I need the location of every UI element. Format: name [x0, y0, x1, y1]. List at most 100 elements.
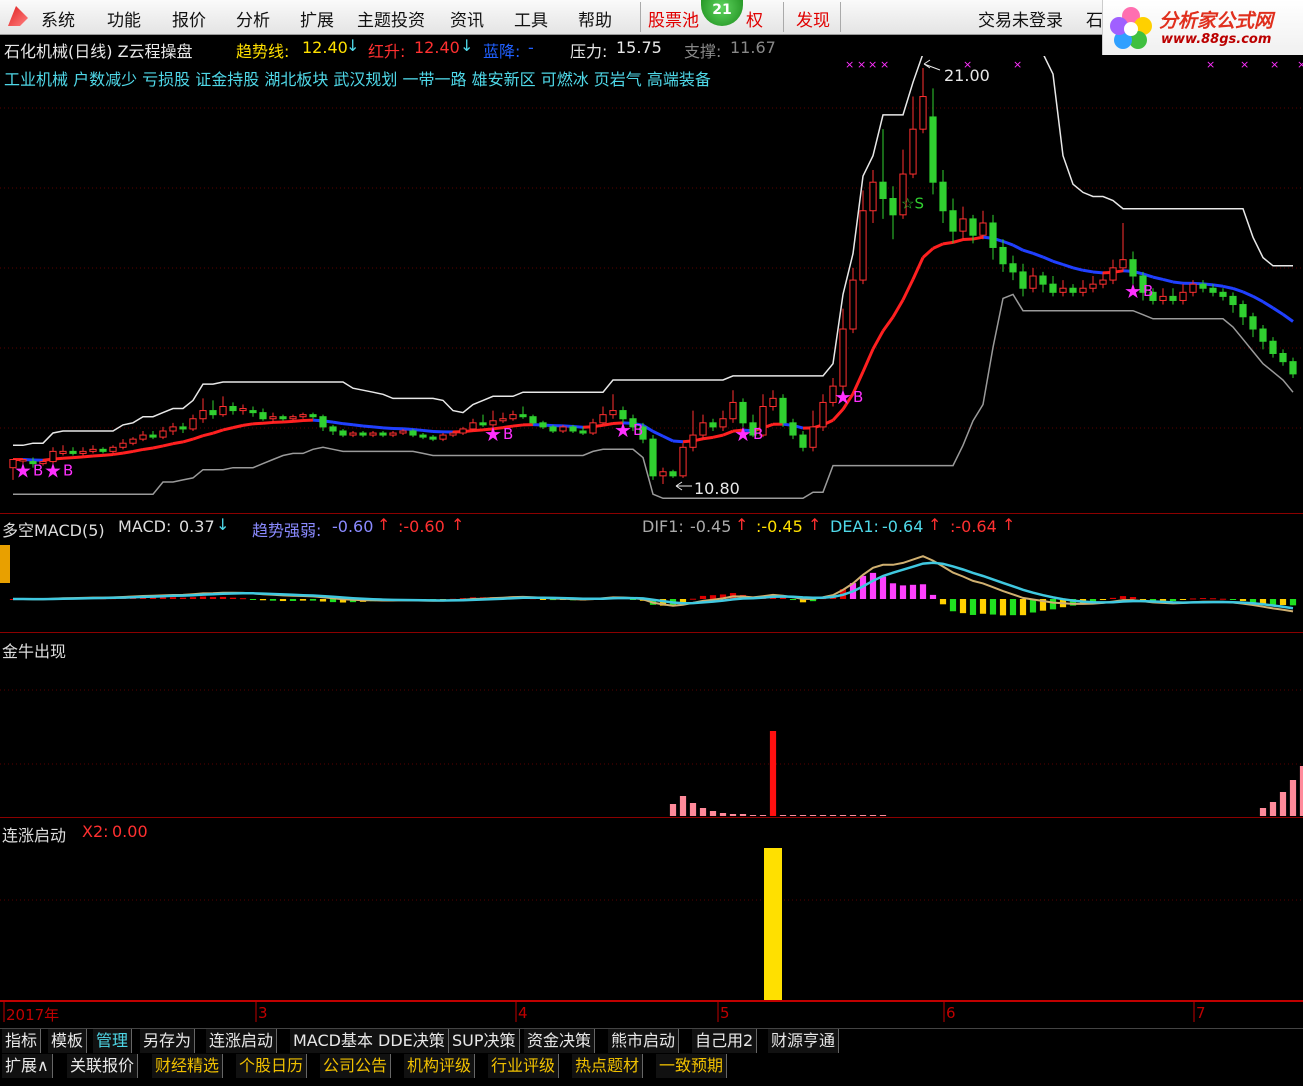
- macd-bar: [899, 585, 907, 599]
- tab-dde[interactable]: DDE决策: [375, 1029, 449, 1053]
- tab-stock-calendar[interactable]: 个股日历: [236, 1054, 308, 1078]
- menu-rights[interactable]: 权: [746, 6, 763, 31]
- bull-bar: [1269, 802, 1277, 816]
- trend-segment: [352, 423, 364, 428]
- trend-segment: [702, 435, 714, 441]
- tab-save-as[interactable]: 另存为: [140, 1029, 196, 1053]
- candle-body: [989, 222, 997, 248]
- candle: [779, 394, 787, 427]
- buy-star-icon: ★: [1124, 279, 1142, 303]
- candle-body: [549, 426, 557, 432]
- tab-wealth[interactable]: 财源亨通: [768, 1029, 840, 1053]
- candle: [1059, 280, 1067, 297]
- support-value: 11.67: [730, 38, 776, 57]
- candle-body: [439, 434, 447, 440]
- candle-body: [979, 222, 987, 236]
- menu-quote[interactable]: 报价: [172, 6, 206, 31]
- candle: [59, 445, 67, 456]
- candle-body: [119, 442, 127, 448]
- tab-hot-topics[interactable]: 热点题材: [572, 1054, 644, 1078]
- candle: [879, 129, 887, 219]
- candle: [589, 418, 597, 436]
- menu-stock-pool[interactable]: 股票池: [648, 6, 699, 31]
- dif-value: -0.45: [690, 517, 732, 536]
- trend-segment: [1222, 284, 1234, 290]
- tab-indicator[interactable]: 指标: [2, 1029, 42, 1053]
- tab-bear-start[interactable]: 熊市启动: [608, 1029, 680, 1053]
- candle-body: [1029, 275, 1037, 289]
- rise-signal-chart[interactable]: [0, 840, 1303, 1000]
- candle-body: [839, 328, 847, 387]
- macd-bar: [1129, 597, 1137, 599]
- tab-manage[interactable]: 管理: [93, 1029, 133, 1053]
- tab-finance-picks[interactable]: 财经精选: [152, 1054, 224, 1078]
- tab-expand[interactable]: 扩展∧: [2, 1054, 53, 1078]
- candle: [339, 428, 347, 438]
- menu-extend[interactable]: 扩展: [300, 6, 334, 31]
- macd-bar: [989, 599, 997, 615]
- candle-body: [379, 432, 387, 436]
- tab-related-quote[interactable]: 关联报价: [67, 1054, 139, 1078]
- bull-bar: [839, 815, 847, 816]
- macd-bar: [949, 599, 957, 612]
- trend-segment: [1272, 306, 1284, 316]
- candle-body: [649, 438, 657, 477]
- menu-divider: [840, 2, 841, 32]
- menu-help[interactable]: 帮助: [578, 6, 612, 31]
- axis-label-apr: 4: [518, 1004, 528, 1022]
- bull-bar: [789, 815, 797, 816]
- macd-bar: [1099, 599, 1107, 601]
- menu-analysis[interactable]: 分析: [236, 6, 270, 31]
- tab-template[interactable]: 模板: [48, 1029, 88, 1053]
- candle: [129, 437, 137, 446]
- tab-sup[interactable]: SUP决策: [449, 1029, 520, 1053]
- candle: [199, 398, 207, 423]
- candle-body: [1109, 267, 1117, 281]
- macd-bar: [979, 599, 987, 614]
- candlestick-chart[interactable]: ★ B ★ B★ B ★ B ★ B★ B★ B☆S× × × × × × × × × ×: [0, 56, 1303, 514]
- trend-segment: [1032, 251, 1044, 259]
- candle-body: [1289, 361, 1297, 375]
- tab-consensus[interactable]: 一致预期: [656, 1054, 728, 1078]
- candle-body: [319, 416, 327, 428]
- tab-rise-start[interactable]: 连涨启动: [206, 1029, 278, 1053]
- candle-body: [149, 434, 157, 438]
- tab-self-use2[interactable]: 自己用2: [692, 1029, 758, 1053]
- trend-segment: [1052, 259, 1064, 266]
- candle-body: [1199, 283, 1207, 289]
- macd-title: 多空MACD(5): [2, 521, 105, 540]
- candle: [689, 410, 697, 452]
- buy-star-icon: ★: [484, 422, 502, 446]
- login-status[interactable]: 交易未登录: [978, 6, 1063, 31]
- menu-discover[interactable]: 发现: [796, 6, 830, 31]
- menu-function[interactable]: 功能: [107, 6, 141, 31]
- tab-fund[interactable]: 资金决策: [524, 1029, 596, 1053]
- menu-news[interactable]: 资讯: [450, 6, 484, 31]
- trend-segment: [602, 422, 614, 427]
- macd-bar: [1199, 598, 1207, 600]
- candle: [979, 210, 987, 240]
- trend-segment: [952, 238, 964, 244]
- tab-macd-basic[interactable]: MACD基本: [290, 1029, 377, 1053]
- trend-segment: [82, 454, 94, 459]
- trend-segment: [372, 425, 384, 430]
- macd-bar: [1279, 599, 1287, 606]
- macd-bar: [679, 599, 687, 603]
- trend-segment: [362, 424, 374, 429]
- tab-inst-rating[interactable]: 机构评级: [404, 1054, 476, 1078]
- menu-divider: [783, 2, 784, 32]
- menu-system[interactable]: 系统: [41, 6, 75, 31]
- menu-theme-invest[interactable]: 主题投资: [357, 6, 425, 31]
- tab-industry-rating[interactable]: 行业评级: [488, 1054, 560, 1078]
- tab-announcements[interactable]: 公司公告: [320, 1054, 392, 1078]
- buy-label: B: [853, 388, 863, 406]
- buy-label: B: [1143, 282, 1153, 300]
- candle: [1259, 324, 1267, 350]
- macd-chart[interactable]: [0, 540, 1303, 632]
- bull-signal-chart[interactable]: [0, 660, 1303, 818]
- macd-bar: [189, 597, 197, 599]
- trend-segment: [662, 434, 674, 443]
- axis-label-mar: 3: [258, 1004, 268, 1022]
- menu-tools[interactable]: 工具: [514, 6, 548, 31]
- trend-segment: [342, 422, 354, 427]
